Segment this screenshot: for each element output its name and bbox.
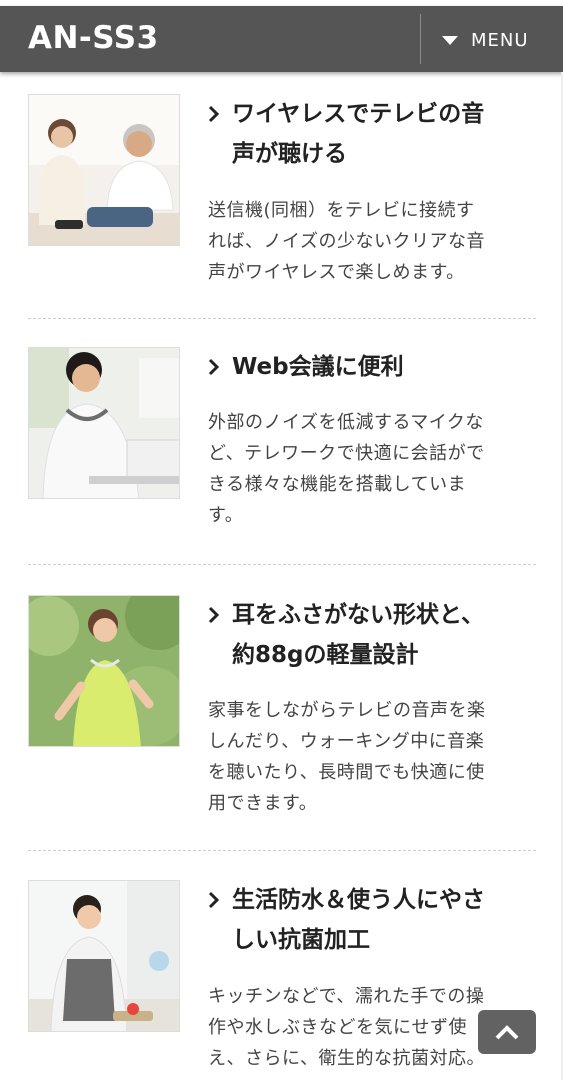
chevron-right-icon	[208, 105, 220, 123]
feature-item: ワイヤレスでテレビの音 声が聴ける 送信機(同梱）をテレビに接続す れば、ノイズ…	[28, 94, 536, 294]
woman-jogging-photo	[28, 595, 180, 747]
description-line: 送信機(同梱）をテレビに接続す	[208, 200, 475, 221]
man-at-laptop-photo	[28, 347, 180, 499]
feature-title-line: 約88gの軽量設計	[232, 642, 419, 668]
menu-label: MENU	[471, 29, 529, 51]
divider	[28, 850, 536, 851]
feature-item: 耳をふさがない形状と、 約88gの軽量設計 家事をしながらテレビの音声を楽 しん…	[28, 595, 536, 825]
feature-title: Web会議に便利	[208, 347, 538, 387]
site-header: AN-SS3 MENU	[0, 6, 563, 72]
chevron-right-icon	[208, 606, 220, 624]
description-line: れば、ノイズの少ないクリアな音	[208, 231, 485, 252]
menu-button[interactable]: MENU	[442, 24, 542, 56]
feature-title-line: ワイヤレスでテレビの音	[232, 101, 485, 127]
feature-title-line: 耳をふさがない形状と、	[232, 602, 485, 628]
header-divider	[420, 14, 421, 64]
chevron-right-icon	[208, 891, 220, 909]
description-line: 声がワイヤレスで楽しめます。	[208, 262, 465, 283]
description-line: ど、テレワークで快適に会話がで	[208, 443, 485, 464]
description-line: 用できます。	[208, 793, 318, 814]
description-line: キッチンなどで、濡れた手での操	[208, 986, 485, 1007]
divider	[28, 318, 536, 319]
description-line: す。	[208, 505, 244, 526]
feature-title-line: 声が聴ける	[232, 141, 347, 167]
woman-cooking-photo	[28, 880, 180, 1032]
feature-title-line: しい抗菌加工	[232, 927, 370, 953]
feature-item: 生活防水＆使う人にやさ しい抗菌加工 キッチンなどで、濡れた手での操 作や水しぶ…	[28, 880, 536, 1080]
feature-description: 送信機(同梱）をテレビに接続す れば、ノイズの少ないクリアな音 声がワイヤレスで…	[208, 195, 538, 288]
caret-down-icon	[442, 36, 458, 45]
description-line: しんだり、ウォーキング中に音楽	[208, 731, 485, 752]
description-line: を聴いたり、長時間でも快適に使	[208, 762, 485, 783]
description-line: 家事をしながらテレビの音声を楽	[208, 700, 486, 721]
feature-item: Web会議に便利 外部のノイズを低減するマイクな ど、テレワークで快適に会話がで…	[28, 347, 536, 547]
description-line: 外部のノイズを低減するマイクな	[208, 412, 484, 433]
feature-title: 生活防水＆使う人にやさ しい抗菌加工	[208, 880, 538, 960]
feature-title: ワイヤレスでテレビの音 声が聴ける	[208, 94, 538, 174]
feature-title: 耳をふさがない形状と、 約88gの軽量設計	[208, 595, 538, 675]
description-line: きる様々な機能を搭載していま	[208, 474, 467, 495]
brand-title[interactable]: AN-SS3	[28, 20, 159, 56]
back-to-top-button[interactable]	[478, 1010, 536, 1054]
feature-title-line: 生活防水＆使う人にやさ	[232, 887, 485, 913]
senior-couple-photo	[28, 94, 180, 246]
divider	[28, 564, 536, 565]
chevron-right-icon	[208, 358, 220, 376]
feature-description: 家事をしながらテレビの音声を楽 しんだり、ウォーキング中に音楽 を聴いたり、長時…	[208, 695, 538, 819]
feature-description: 外部のノイズを低減するマイクな ど、テレワークで快適に会話がで きる様々な機能を…	[208, 407, 538, 531]
feature-title-line: Web会議に便利	[232, 354, 404, 380]
chevron-up-icon	[495, 1025, 519, 1040]
